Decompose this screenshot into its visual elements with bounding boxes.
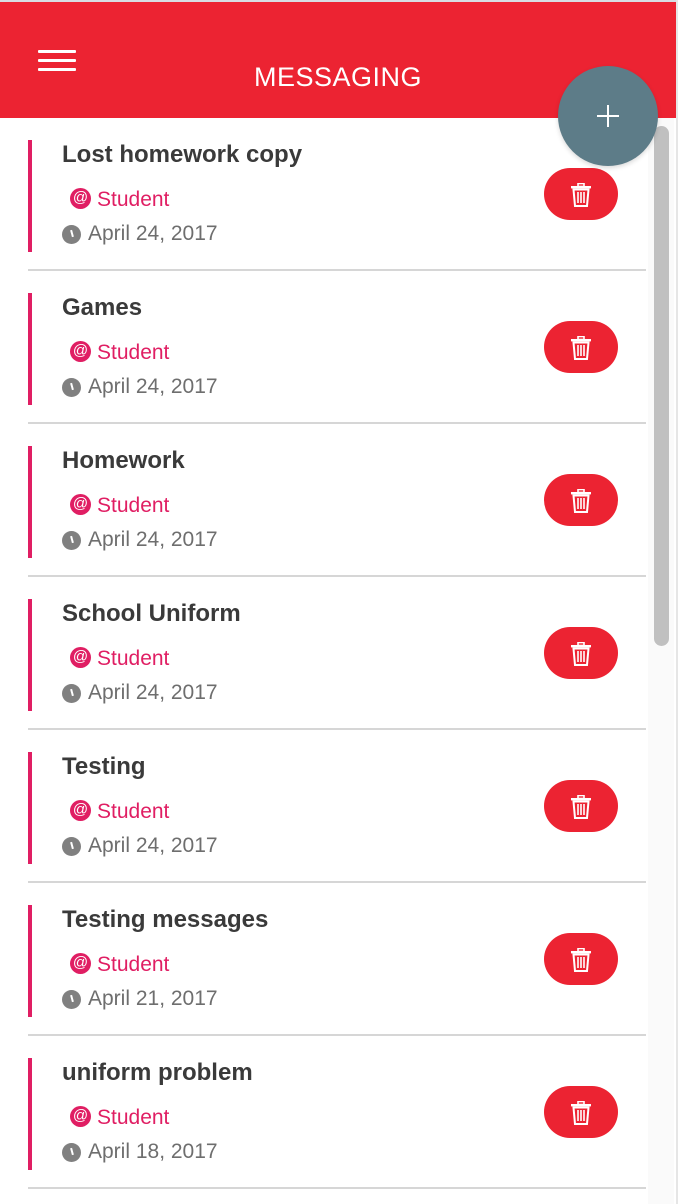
message-date-label: April 24, 2017: [88, 222, 218, 245]
delete-message-button[interactable]: [544, 780, 618, 832]
delete-message-button[interactable]: [544, 1086, 618, 1138]
message-role-label: Student: [97, 188, 170, 211]
clock-icon: [62, 531, 81, 550]
message-date-label: April 21, 2017: [88, 987, 218, 1010]
add-message-button[interactable]: [558, 66, 658, 166]
clock-icon: [62, 837, 81, 856]
at-icon: @: [70, 1106, 91, 1127]
at-icon: @: [70, 647, 91, 668]
unread-indicator-bar: [28, 293, 32, 405]
message-item[interactable]: Testing messages @ Student April 21, 201…: [28, 883, 646, 1036]
scrollbar-thumb[interactable]: [654, 126, 669, 646]
delete-message-button[interactable]: [544, 168, 618, 220]
clock-icon: [62, 990, 81, 1009]
message-item[interactable]: uniform problem @ Student April 18, 2017: [28, 1036, 646, 1189]
unread-indicator-bar: [28, 752, 32, 864]
message-item[interactable]: Testing @ Student April 24, 2017: [28, 730, 646, 883]
hamburger-menu-icon: [38, 50, 76, 53]
trash-icon: [571, 642, 591, 666]
message-item[interactable]: Homework @ Student April 24, 2017: [28, 424, 646, 577]
clock-icon: [62, 225, 81, 244]
message-title: School Uniform: [62, 600, 241, 627]
delete-message-button[interactable]: [544, 321, 618, 373]
message-date-label: April 24, 2017: [88, 375, 218, 398]
trash-icon: [571, 183, 591, 207]
at-icon: @: [70, 953, 91, 974]
delete-message-button[interactable]: [544, 474, 618, 526]
message-date-label: April 24, 2017: [88, 681, 218, 704]
trash-icon: [571, 1101, 591, 1125]
delete-message-button[interactable]: [544, 627, 618, 679]
at-icon: @: [70, 341, 91, 362]
message-title: Games: [62, 294, 143, 321]
message-title: Testing messages: [62, 906, 269, 933]
message-title: Lost homework copy: [62, 141, 303, 168]
message-date-label: April 24, 2017: [88, 834, 218, 857]
message-title: uniform problem: [62, 1059, 253, 1086]
unread-indicator-bar: [28, 905, 32, 1017]
message-date-label: April 18, 2017: [88, 1140, 218, 1163]
message-list: Lost homework copy @ Student April 24, 2…: [0, 118, 650, 1189]
trash-icon: [571, 489, 591, 513]
trash-icon: [571, 795, 591, 819]
unread-indicator-bar: [28, 446, 32, 558]
clock-icon: [62, 378, 81, 397]
unread-indicator-bar: [28, 1058, 32, 1170]
message-role-label: Student: [97, 341, 170, 364]
at-icon: @: [70, 494, 91, 515]
at-icon: @: [70, 800, 91, 821]
message-role-label: Student: [97, 494, 170, 517]
message-date-label: April 24, 2017: [88, 528, 218, 551]
at-icon: @: [70, 188, 91, 209]
message-role-label: Student: [97, 647, 170, 670]
message-role-label: Student: [97, 1106, 170, 1129]
plus-icon: [597, 105, 619, 127]
message-item[interactable]: Games @ Student April 24, 2017: [28, 271, 646, 424]
clock-icon: [62, 684, 81, 703]
message-item[interactable]: Lost homework copy @ Student April 24, 2…: [28, 118, 646, 271]
delete-message-button[interactable]: [544, 933, 618, 985]
message-title: Homework: [62, 447, 185, 474]
trash-icon: [571, 948, 591, 972]
message-role-label: Student: [97, 800, 170, 823]
clock-icon: [62, 1143, 81, 1162]
message-item[interactable]: School Uniform @ Student April 24, 2017: [28, 577, 646, 730]
unread-indicator-bar: [28, 140, 32, 252]
trash-icon: [571, 336, 591, 360]
message-title: Testing: [62, 753, 146, 780]
message-role-label: Student: [97, 953, 170, 976]
unread-indicator-bar: [28, 599, 32, 711]
